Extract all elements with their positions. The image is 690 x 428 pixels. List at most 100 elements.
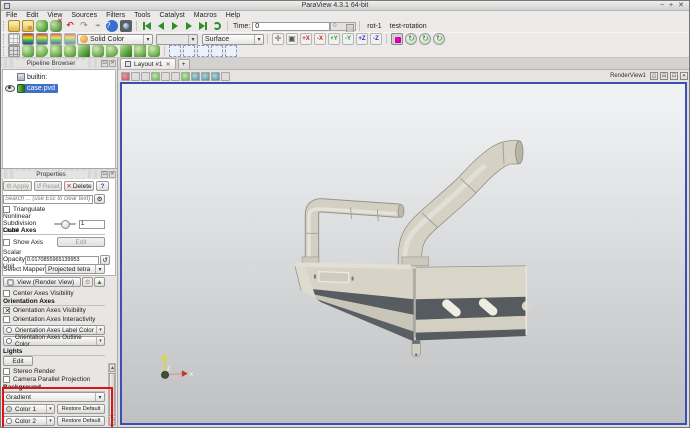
next-frame-icon[interactable] [183, 20, 195, 32]
float-panel-icon[interactable]: ⊡ [101, 60, 108, 67]
play-icon[interactable] [169, 20, 181, 32]
color1-restore-default-button[interactable]: Restore Default [57, 404, 105, 414]
set-view-minus-x-icon[interactable]: -X [314, 33, 326, 45]
split-vertical-icon[interactable]: ⊟ [660, 72, 668, 80]
set-view-direction-icon[interactable] [181, 72, 190, 81]
copy-state-icon[interactable]: ▲ [94, 277, 105, 287]
visibility-eye-icon[interactable] [5, 85, 15, 92]
disconnect-icon[interactable] [50, 20, 62, 32]
rotate-counterclockwise-icon[interactable] [201, 72, 210, 81]
select-points-on-icon[interactable] [183, 45, 195, 57]
select-cells-on-icon[interactable] [169, 45, 181, 57]
tab-layout-1[interactable]: Layout #1 ✕ [120, 58, 176, 69]
rotate-clockwise-icon[interactable] [191, 72, 200, 81]
minimize-button[interactable]: − [660, 1, 664, 10]
extract-level-icon[interactable] [148, 45, 160, 57]
open-file-icon[interactable] [8, 20, 20, 32]
pipeline-source-row[interactable]: case.pvd [3, 83, 115, 93]
reset-rotation-icon[interactable] [433, 33, 445, 45]
component-combo[interactable] [156, 34, 198, 45]
set-view-plus-z-icon[interactable]: +Z [356, 33, 368, 45]
previous-frame-icon[interactable] [155, 20, 167, 32]
group-datasets-icon[interactable] [134, 45, 146, 57]
contour-icon[interactable] [22, 45, 34, 57]
3d-model-canvas[interactable]: Z X [122, 84, 685, 423]
camera-undo-icon[interactable]: ⌁ [92, 20, 104, 32]
help-icon[interactable]: ? [106, 20, 118, 32]
capture-screenshot-icon[interactable] [120, 20, 132, 32]
menu-sources[interactable]: Sources [71, 12, 97, 19]
close-view-icon[interactable]: ✕ [680, 72, 688, 80]
loop-icon[interactable] [211, 20, 223, 32]
reset-button[interactable]: ↺Reset [34, 181, 62, 191]
search-input[interactable] [3, 195, 93, 204]
calculator-icon[interactable] [8, 45, 20, 57]
redo-icon[interactable]: ↷ [78, 20, 90, 32]
close-panel-icon[interactable]: ✕ [109, 171, 116, 178]
interactive-select-icon[interactable] [225, 45, 237, 57]
triangulate-checkbox[interactable] [3, 206, 10, 213]
oa-label-color-button[interactable]: Orientation Axes Label Color [15, 327, 94, 334]
show-axis-checkbox[interactable] [3, 239, 10, 246]
set-view-minus-z-icon[interactable]: -Z [370, 33, 382, 45]
color1-button[interactable]: Color 1 [15, 406, 36, 413]
chevron-down-icon[interactable] [46, 405, 54, 413]
last-frame-icon[interactable] [197, 20, 209, 32]
menu-tools[interactable]: Tools [134, 12, 150, 19]
close-tab-icon[interactable]: ✕ [166, 61, 171, 68]
stereo-render-checkbox[interactable] [3, 368, 10, 375]
menu-edit[interactable]: Edit [26, 12, 38, 19]
chevron-down-icon[interactable] [96, 326, 104, 334]
slice-icon[interactable] [50, 45, 62, 57]
show-center-axes-icon[interactable] [221, 72, 230, 81]
properties-scrollbar[interactable]: ▲ ▼ [108, 363, 116, 426]
reset-camera-icon[interactable] [151, 72, 160, 81]
reset-camera-icon[interactable]: ✛ [272, 33, 284, 45]
color2-button[interactable]: Color 2 [15, 418, 36, 425]
view-options-icon[interactable]: ⚙ [82, 277, 93, 287]
selected-source[interactable]: case.pvd [17, 84, 58, 93]
float-panel-icon[interactable]: ⊡ [101, 171, 108, 178]
select-cells-through-icon[interactable] [197, 45, 209, 57]
rescale-to-data-range-icon[interactable] [50, 33, 62, 45]
apply-button[interactable]: ⚙Apply [3, 181, 32, 191]
clip-icon[interactable] [36, 45, 48, 57]
scroll-up-icon[interactable]: ▲ [109, 364, 115, 372]
background-gradient-combo[interactable]: Gradient [3, 392, 105, 402]
menu-filters[interactable]: Filters [106, 12, 125, 19]
zoom-to-box-icon[interactable] [161, 72, 170, 81]
menu-help[interactable]: Help [226, 12, 240, 19]
spreadsheet-icon[interactable] [8, 33, 20, 45]
help-button[interactable]: ? [96, 181, 109, 191]
edit-color-map-icon[interactable] [36, 33, 48, 45]
menu-macros[interactable]: Macros [194, 12, 217, 19]
glyph-icon[interactable] [92, 45, 104, 57]
detach-view-icon[interactable]: ⊡ [670, 72, 678, 80]
rescale-custom-range-icon[interactable] [64, 33, 76, 45]
mapper-combo[interactable]: Projected tetra [45, 264, 105, 274]
render-view[interactable]: Z X [120, 82, 687, 425]
delete-button[interactable]: ✕Delete [64, 181, 94, 191]
time-input[interactable] [252, 22, 330, 31]
select-points-through-icon[interactable] [211, 45, 223, 57]
set-view-plus-x-icon[interactable]: +X [300, 33, 312, 45]
adjust-camera-icon[interactable] [391, 33, 403, 45]
split-horizontal-icon[interactable]: ◫ [650, 72, 658, 80]
view-section-button[interactable]: View (Render View) [3, 277, 81, 287]
lights-edit-button[interactable]: Edit [3, 356, 33, 366]
macro-test-rotation-button[interactable]: test-rotation [386, 22, 431, 31]
color2-restore-default-button[interactable]: Restore Default [57, 416, 105, 426]
zoom-to-data-icon[interactable] [171, 72, 180, 81]
rotate-90-cw-icon[interactable] [405, 33, 417, 45]
pick-center-icon[interactable] [211, 72, 220, 81]
zoom-to-data-icon[interactable]: ▣ [286, 33, 298, 45]
scroll-down-icon[interactable]: ▼ [109, 417, 115, 425]
camera-undo-icon[interactable] [121, 72, 130, 81]
titlebar[interactable]: ParaView 4.3.1 64-bit − + ✕ [1, 1, 689, 11]
macro-rot-1-button[interactable]: rot-1 [363, 22, 385, 31]
set-view-plus-y-icon[interactable]: +Y [328, 33, 340, 45]
scroll-thumb[interactable] [109, 373, 115, 416]
pipeline-server-row[interactable]: builtin: [3, 72, 115, 82]
camera-redo-icon[interactable] [131, 72, 140, 81]
first-frame-icon[interactable] [141, 20, 153, 32]
